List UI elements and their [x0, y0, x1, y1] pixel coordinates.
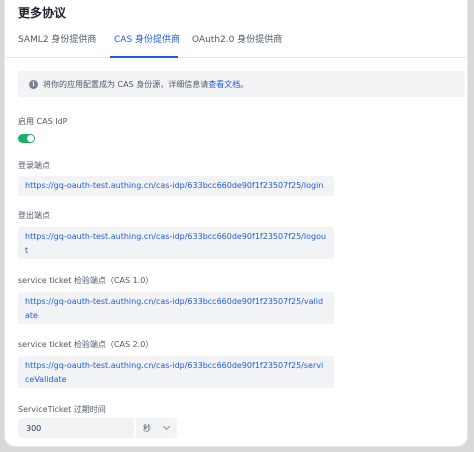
- login-endpoint-value[interactable]: https://gq-oauth-test.authing.cn/cas-idp…: [18, 176, 334, 196]
- info-icon: i: [29, 79, 38, 89]
- toggle-knob: [27, 135, 34, 142]
- logout-endpoint-label: 登出端点: [18, 211, 50, 220]
- tab-cas[interactable]: CAS 身份提供商: [114, 32, 180, 58]
- info-notice: i 将你的应用配置成为 CAS 身份源，详细信息请 查看文档 。: [18, 71, 465, 97]
- unit-select-value: 秒: [143, 423, 151, 433]
- active-tab-indicator: [110, 56, 178, 58]
- validate-cas2-label: service ticket 检验端点（CAS 2.0）: [18, 340, 154, 349]
- ticket-expiry-unit-select[interactable]: 秒: [136, 418, 177, 438]
- validate-cas1-label: service ticket 检验端点（CAS 1.0）: [18, 276, 154, 285]
- validate-cas1-value[interactable]: https://gq-oauth-test.authing.cn/cas-idp…: [18, 292, 334, 324]
- ticket-expiry-label: ServiceTicket 过期时间: [18, 405, 106, 414]
- protocol-tabs: SAML2 身份提供商 CAS 身份提供商 OAuth2.0 身份提供商: [5, 24, 467, 58]
- login-endpoint-label: 登录端点: [18, 161, 50, 170]
- view-docs-link[interactable]: 查看文档: [208, 79, 240, 90]
- enable-cas-toggle[interactable]: [18, 134, 35, 143]
- cas-settings-panel: 更多协议 SAML2 身份提供商 CAS 身份提供商 OAuth2.0 身份提供…: [5, 0, 467, 446]
- ticket-expiry-input[interactable]: 300: [18, 418, 134, 438]
- notice-suffix: 。: [240, 79, 249, 89]
- validate-cas2-value[interactable]: https://gq-oauth-test.authing.cn/cas-idp…: [18, 356, 334, 388]
- logout-endpoint-value[interactable]: https://gq-oauth-test.authing.cn/cas-idp…: [18, 227, 334, 259]
- chevron-down-icon: [162, 422, 171, 431]
- tab-saml2[interactable]: SAML2 身份提供商: [18, 32, 96, 58]
- notice-text: 将你的应用配置成为 CAS 身份源，详细信息请: [43, 79, 209, 89]
- tab-oauth2[interactable]: OAuth2.0 身份提供商: [192, 32, 282, 58]
- section-title: 更多协议: [18, 6, 67, 20]
- enable-cas-label: 启用 CAS IdP: [18, 117, 68, 126]
